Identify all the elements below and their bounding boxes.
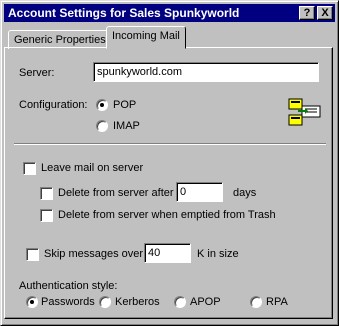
tab-label: Incoming Mail [112,30,180,42]
authentication-label: Authentication style: [19,280,118,292]
kerberos-radio[interactable] [99,296,111,308]
delete-trash-label[interactable]: Delete from server when emptied from Tra… [58,209,276,221]
window-title: Account Settings for Sales Spunkyworld [8,6,240,20]
rpa-radio[interactable] [250,296,262,308]
leave-mail-checkbox[interactable] [23,162,36,175]
delete-after-checkbox[interactable] [40,187,53,200]
close-button[interactable]: X [317,6,333,20]
pop-label[interactable]: POP [113,99,136,111]
skip-messages-label[interactable]: Skip messages over [44,248,143,260]
server-input[interactable]: spunkyworld.com [93,62,319,82]
server-label: Server: [19,67,55,79]
delete-after-label[interactable]: Delete from server after [58,187,174,199]
skip-size-unit: K in size [197,248,239,260]
imap-radio[interactable] [96,120,108,132]
incoming-mail-panel [4,47,333,319]
imap-label[interactable]: IMAP [113,120,140,132]
configuration-label: Configuration: [19,99,88,111]
tab-label: Generic Properties [14,34,106,46]
title-bar[interactable]: Account Settings for Sales Spunkyworld ?… [4,4,335,22]
help-button[interactable]: ? [299,6,315,20]
apop-radio[interactable] [174,296,186,308]
passwords-label[interactable]: Passwords [41,296,95,308]
delete-trash-checkbox[interactable] [40,209,53,222]
tab-incoming-mail[interactable]: Incoming Mail [106,26,186,49]
separator [14,143,326,145]
rpa-label[interactable]: RPA [266,296,288,308]
skip-messages-checkbox[interactable] [26,248,39,261]
skip-size-input[interactable]: 40 [144,243,191,263]
days-label: days [233,187,257,199]
delete-after-days-input[interactable]: 0 [176,182,223,202]
configuration-icon [288,98,321,126]
leave-mail-label[interactable]: Leave mail on server [41,162,143,174]
apop-label[interactable]: APOP [190,296,221,308]
passwords-radio[interactable] [26,296,38,308]
pop-radio[interactable] [96,99,108,111]
kerberos-label[interactable]: Kerberos [115,296,160,308]
